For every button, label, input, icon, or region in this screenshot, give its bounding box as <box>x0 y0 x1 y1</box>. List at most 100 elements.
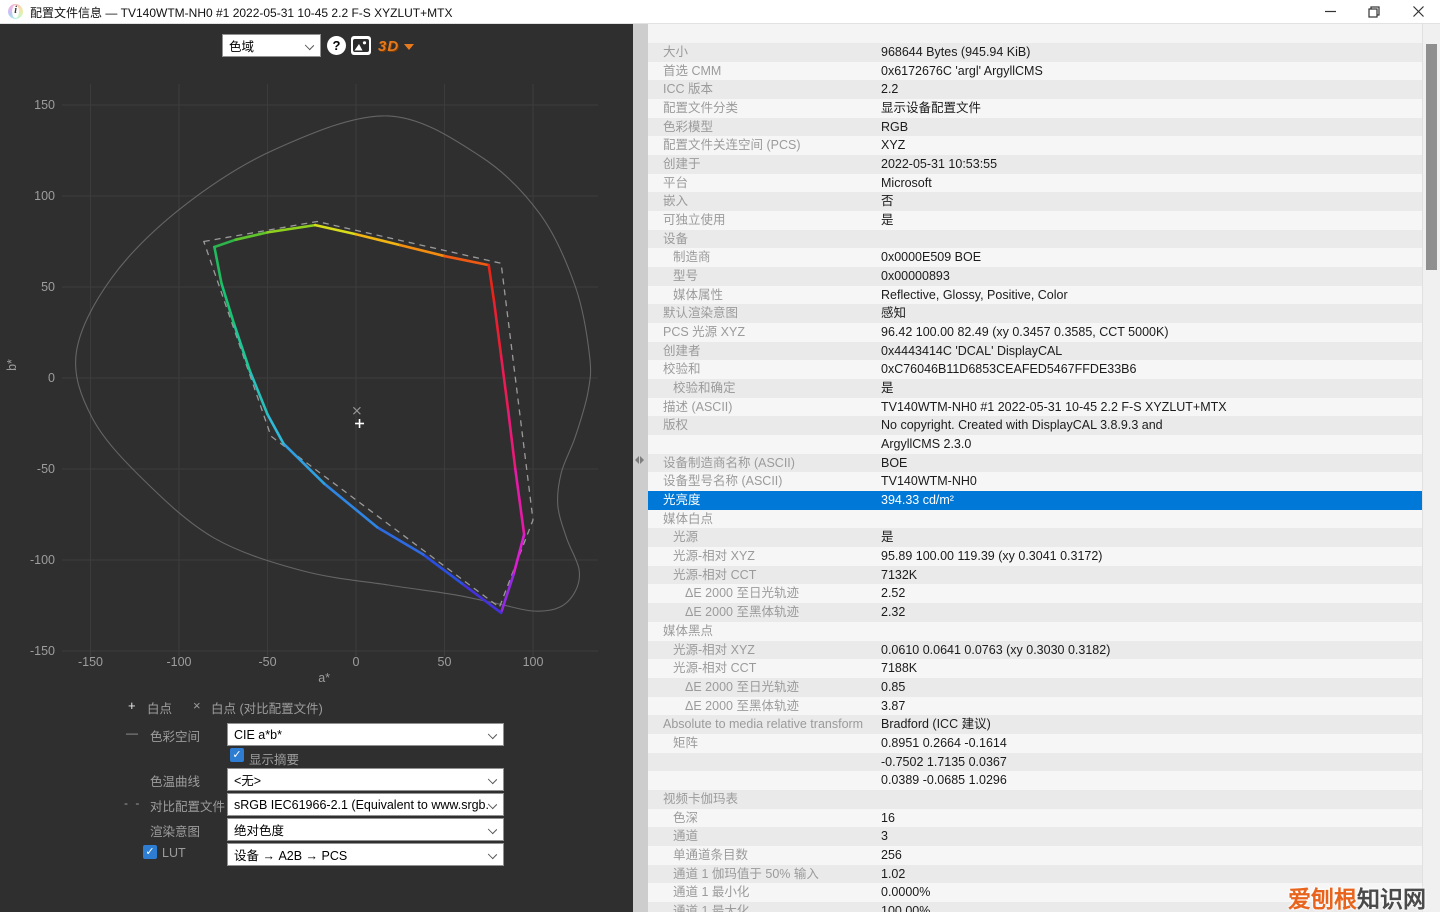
table-row[interactable]: PCS 光源 XYZ96.42 100.00 82.49 (xy 0.3457 … <box>648 323 1422 342</box>
table-row[interactable]: ΔE 2000 至黑体轨迹2.32 <box>648 603 1422 622</box>
svg-text:0: 0 <box>48 371 55 385</box>
lut-dropdown[interactable]: 设备 → A2B → PCS <box>227 843 504 866</box>
table-row[interactable]: 描述 (ASCII)TV140WTM-NH0 #1 2022-05-31 10-… <box>648 398 1422 417</box>
table-row-label: ICC 版本 <box>663 80 713 99</box>
table-row[interactable]: ICC 版本2.2 <box>648 80 1422 99</box>
table-row[interactable]: 嵌入否 <box>648 192 1422 211</box>
table-row-value: 显示设备配置文件 <box>881 99 981 118</box>
table-row[interactable]: 媒体属性Reflective, Glossy, Positive, Color <box>648 286 1422 305</box>
table-row-value: 7188K <box>881 659 917 678</box>
white-point-comparison-marker-icon: × <box>193 698 201 713</box>
table-row-value: 16 <box>881 809 895 828</box>
close-button[interactable] <box>1396 0 1440 23</box>
profile-properties-table: 大小968644 Bytes (945.94 KiB)首选 CMM0x61726… <box>648 24 1422 912</box>
svg-text:150: 150 <box>34 98 55 112</box>
table-row-label: 矩阵 <box>673 734 698 753</box>
table-row[interactable]: 制造商0x0000E509 BOE <box>648 248 1422 267</box>
gamut-chart: 150100500-50-100-150-150-100-50050100a*b… <box>0 64 633 694</box>
table-row[interactable]: 光源-相对 CCT7188K <box>648 659 1422 678</box>
panel-splitter[interactable] <box>633 24 648 912</box>
table-row[interactable]: 色深16 <box>648 809 1422 828</box>
table-row[interactable]: 创建于2022-05-31 10:53:55 <box>648 155 1422 174</box>
table-row-label: 光亮度 <box>663 491 701 510</box>
table-row[interactable]: 校验和0xC76046B11D6853CEAFED5467FFDE33B6 <box>648 360 1422 379</box>
comparison-profile-dropdown[interactable]: sRGB IEC61966-2.1 (Equivalent to www.srg… <box>227 793 504 816</box>
table-row[interactable]: 可独立使用是 <box>648 211 1422 230</box>
view-3d-button[interactable]: 3D <box>378 35 414 57</box>
table-row-value: 7132K <box>881 566 917 585</box>
table-row-value: 0.0610 0.0641 0.0763 (xy 0.3030 0.3182) <box>881 641 1110 660</box>
minimize-button[interactable] <box>1308 0 1352 23</box>
table-row[interactable]: 媒体黑点 <box>648 622 1422 641</box>
export-image-button[interactable] <box>351 36 371 55</box>
table-row-value: 0.0389 -0.0685 1.0296 <box>881 771 1007 790</box>
table-row[interactable]: 型号0x00000893 <box>648 267 1422 286</box>
table-row[interactable]: 创建者0x4443414C 'DCAL' DisplayCAL <box>648 342 1422 361</box>
table-row[interactable]: 大小968644 Bytes (945.94 KiB) <box>648 43 1422 62</box>
table-row-value: 否 <box>881 192 894 211</box>
rendering-intent-dropdown[interactable]: 绝对色度 <box>227 818 504 841</box>
table-row-value: XYZ <box>881 136 905 155</box>
table-row-value: 是 <box>881 211 894 230</box>
restore-button[interactable] <box>1352 0 1396 23</box>
table-row[interactable]: 单通道条目数256 <box>648 846 1422 865</box>
table-row-label: 型号 <box>673 267 698 286</box>
colorspace-dropdown[interactable]: CIE a*b* <box>227 723 504 746</box>
table-row-value: Reflective, Glossy, Positive, Color <box>881 286 1068 305</box>
table-row-label: 通道 1 最小化 <box>673 883 749 902</box>
table-row[interactable]: ΔE 2000 至黑体轨迹3.87 <box>648 697 1422 716</box>
table-row[interactable]: 设备制造商名称 (ASCII)BOE <box>648 454 1422 473</box>
table-row-value: 0.85 <box>881 678 905 697</box>
table-row-label: 视频卡伽玛表 <box>663 790 738 809</box>
table-row[interactable]: 0.0389 -0.0685 1.0296 <box>648 771 1422 790</box>
table-row[interactable]: ArgyllCMS 2.3.0 <box>648 435 1422 454</box>
table-row-value: TV140WTM-NH0 <box>881 472 977 491</box>
color-temp-curve-dropdown[interactable]: <无> <box>227 768 504 791</box>
table-row[interactable]: ΔE 2000 至日光轨迹0.85 <box>648 678 1422 697</box>
table-row[interactable]: 光源是 <box>648 528 1422 547</box>
table-row[interactable]: 光亮度394.33 cd/m² <box>648 491 1422 510</box>
lut-value: 设备 → A2B → PCS <box>234 845 347 864</box>
table-row-label: 色彩模型 <box>663 118 713 137</box>
table-row[interactable]: 光源-相对 XYZ95.89 100.00 119.39 (xy 0.3041 … <box>648 547 1422 566</box>
table-row[interactable]: 光源-相对 XYZ 0.0610 0.0641 0.0763 (xy 0.3030… <box>648 641 1422 660</box>
table-row-value: 1.02 <box>881 865 905 884</box>
table-row[interactable]: 通道3 <box>648 827 1422 846</box>
help-button[interactable]: ? <box>327 36 346 55</box>
3d-dropdown-arrow-icon <box>404 44 414 50</box>
table-row[interactable]: 色彩模型RGB <box>648 118 1422 137</box>
lut-checkbox[interactable]: ✓ <box>143 845 157 859</box>
table-row[interactable]: 视频卡伽玛表 <box>648 790 1422 809</box>
table-row-label: 创建于 <box>663 155 701 174</box>
vertical-scrollbar[interactable] <box>1422 24 1440 912</box>
table-row[interactable]: Absolute to media relative transformBrad… <box>648 715 1422 734</box>
table-row-value: 100.00% <box>881 902 930 912</box>
table-row[interactable]: 矩阵 0.8951 0.2664 -0.1614 <box>648 734 1422 753</box>
colorspace-label: 色彩空间 <box>150 726 200 745</box>
table-row-label: 通道 1 最大化 <box>673 902 749 912</box>
table-row[interactable]: 配置文件关连空间 (PCS)XYZ <box>648 136 1422 155</box>
table-row[interactable]: ΔE 2000 至日光轨迹2.52 <box>648 584 1422 603</box>
table-row[interactable]: 光源-相对 CCT7132K <box>648 566 1422 585</box>
table-row-value: 2.52 <box>881 584 905 603</box>
show-summary-checkbox[interactable]: ✓ <box>230 748 244 762</box>
table-row-value: ArgyllCMS 2.3.0 <box>881 435 971 454</box>
table-row[interactable]: 首选 CMM0x6172676C 'argl' ArgyllCMS <box>648 62 1422 81</box>
table-row-label: 设备型号名称 (ASCII) <box>663 472 782 491</box>
table-row[interactable]: 设备 <box>648 230 1422 249</box>
table-row[interactable]: 媒体白点 <box>648 510 1422 529</box>
table-row[interactable]: -0.7502 1.7135 0.0367 <box>648 753 1422 772</box>
table-row[interactable]: 版权No copyright. Created with DisplayCAL … <box>648 416 1422 435</box>
table-row[interactable]: 默认渲染意图感知 <box>648 304 1422 323</box>
table-row[interactable]: 校验和确定是 <box>648 379 1422 398</box>
table-row-label: 光源-相对 XYZ <box>673 641 755 660</box>
table-row-value: 256 <box>881 846 902 865</box>
table-row[interactable]: 设备型号名称 (ASCII) TV140WTM-NH0 <box>648 472 1422 491</box>
table-row-value: 0.8951 0.2664 -0.1614 <box>881 734 1007 753</box>
table-row-label: 版权 <box>663 416 688 435</box>
table-row[interactable]: 平台Microsoft <box>648 174 1422 193</box>
view-type-dropdown[interactable]: 色域 <box>222 34 321 57</box>
scrollbar-thumb[interactable] <box>1426 44 1437 270</box>
solid-line-icon: — <box>126 726 138 740</box>
table-row[interactable]: 配置文件分类显示设备配置文件 <box>648 99 1422 118</box>
